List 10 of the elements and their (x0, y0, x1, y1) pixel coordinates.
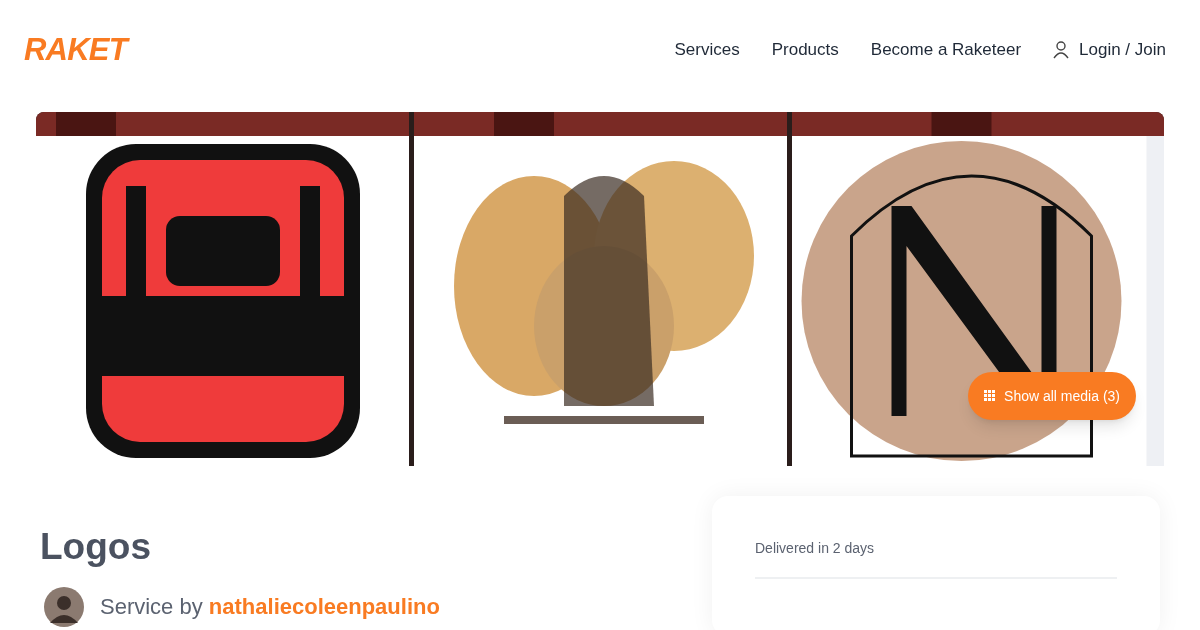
grid-icon (984, 390, 997, 402)
seller-avatar (44, 587, 84, 627)
login-link[interactable]: Login / Join (1053, 37, 1166, 63)
page-title: Logos (40, 528, 152, 565)
nav-link[interactable]: Products (771, 37, 839, 63)
nav-link[interactable]: Services (674, 37, 740, 63)
delivery-time: Delivered in 2 days (755, 539, 876, 558)
nav-link[interactable]: Become a Raketeer (870, 37, 1022, 63)
service-by-text: Service by nathaliecoleenpaulino (100, 594, 440, 620)
user-icon (1053, 41, 1070, 59)
